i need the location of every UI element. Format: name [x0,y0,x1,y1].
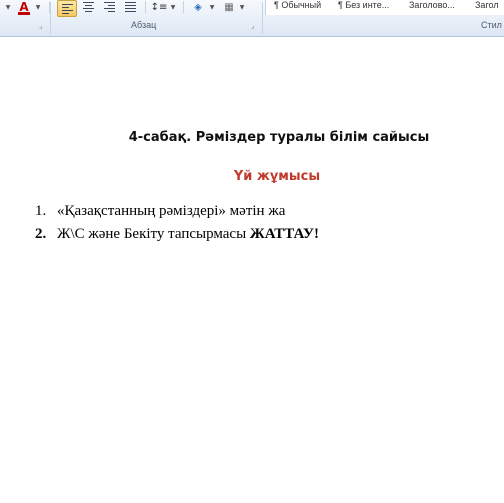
align-left-button[interactable] [57,0,77,17]
ribbon: ▼ A ▼ ↕≡ ▼ ◈ ▼ ▦ ▼ ¶ Обычный ¶ Без инте.… [0,0,504,37]
font-color-dropdown-icon[interactable]: ▼ [34,0,42,14]
document-subtitle: Үй жұмысы [233,169,321,184]
shading-dropdown-icon[interactable]: ▼ [208,0,216,14]
font-dialog-launcher-icon[interactable]: ⌟ [39,22,42,30]
highlight-dropdown-icon[interactable]: ▼ [4,0,12,14]
list-item-bold-text: ЖАТТАУ! [249,226,320,242]
paragraph-group-label: Абзац [131,20,157,30]
list-number: 1. [35,203,47,219]
ribbon-controls: ▼ A ▼ ↕≡ ▼ ◈ ▼ ▦ ▼ ¶ Обычный ¶ Без инте.… [0,0,504,17]
line-spacing-dropdown-icon[interactable]: ▼ [169,0,177,14]
list-number: 2. [35,226,47,242]
document-page[interactable]: 4-сабақ. Рәміздер туралы білім сайысы Үй… [0,37,504,503]
align-right-icon [103,2,115,12]
shading-icon[interactable]: ◈ [190,0,206,14]
align-center-button[interactable] [80,0,96,14]
align-right-button[interactable] [101,0,117,14]
list-item-text: Ж\С және Бекіту тапсырмасы [57,226,250,242]
justify-button[interactable] [122,0,138,14]
list-item-text: «Қазақстанның рәміздері» мәтін жа [57,203,286,219]
justify-icon [124,2,136,12]
align-center-icon [82,2,94,12]
group-separator [262,2,263,34]
styles-group-label: Стил [481,20,502,30]
line-spacing-icon[interactable]: ↕≡ [151,0,168,14]
ribbon-group-labels: ⌟ Абзац ⌟ Стил [0,2,504,34]
style-heading1[interactable]: Заголово... [409,0,455,10]
separator [145,1,146,13]
style-no-spacing[interactable]: ¶ Без инте... [338,0,389,10]
borders-dropdown-icon[interactable]: ▼ [238,0,246,14]
list-item: 1. «Қазақстанның рәміздері» мәтін жа [35,201,495,224]
numbered-list: 1. «Қазақстанның рәміздері» мәтін жа 2. … [35,201,495,247]
style-normal[interactable]: ¶ Обычный [274,0,321,10]
group-separator [50,2,51,34]
align-left-icon [61,3,73,14]
font-color-icon[interactable]: A [18,0,30,15]
document-title: 4-сабақ. Рәміздер туралы білім сайысы [128,130,430,145]
style-heading2[interactable]: Загол [475,0,499,10]
paragraph-dialog-launcher-icon[interactable]: ⌟ [251,22,254,30]
separator [183,1,184,13]
styles-gallery: ¶ Обычный ¶ Без инте... Заголово... Заго… [265,0,504,15]
list-item: 2. Ж\С және Бекіту тапсырмасы ЖАТТАУ! [35,224,495,247]
borders-icon[interactable]: ▦ [222,0,236,14]
